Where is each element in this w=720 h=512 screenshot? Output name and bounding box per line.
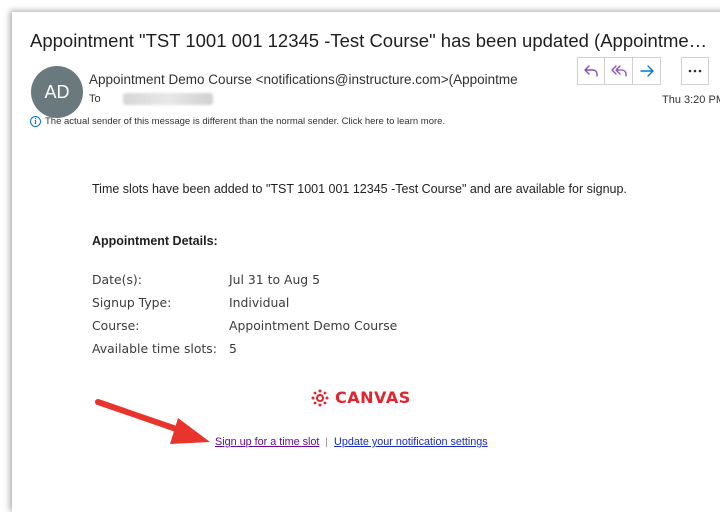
email-subject: Appointment "TST 1001 001 12345 -Test Co… — [30, 30, 710, 51]
forward-button[interactable] — [633, 57, 661, 85]
info-icon: i — [30, 116, 41, 127]
forward-icon — [639, 65, 654, 77]
more-button[interactable] — [681, 57, 709, 85]
detail-value: 5 — [229, 341, 237, 356]
to-label: To — [89, 93, 101, 105]
link-separator: | — [325, 436, 329, 448]
reply-icon — [584, 65, 598, 77]
recipient-redacted — [122, 93, 213, 106]
notification-settings-link[interactable]: Update your notification settings — [334, 436, 488, 448]
sender-warning[interactable]: i The actual sender of this message is d… — [30, 116, 445, 127]
detail-key: Date(s): — [92, 272, 142, 287]
detail-key: Course: — [92, 318, 140, 333]
appointment-details: Date(s): Jul 31 to Aug 5 Signup Type: In… — [92, 272, 397, 364]
more-icon — [688, 69, 702, 73]
warning-text: The actual sender of this message is dif… — [45, 116, 446, 127]
reply-all-icon — [610, 65, 627, 77]
canvas-wordmark: CANVAS — [335, 388, 411, 407]
message-actions — [577, 57, 661, 85]
avatar[interactable]: AD — [31, 66, 83, 118]
canvas-logo-icon — [311, 389, 329, 406]
recipient-row: To — [89, 93, 213, 106]
detail-value: Appointment Demo Course — [229, 318, 398, 333]
detail-key: Available time slots: — [92, 341, 217, 356]
sender-name[interactable]: Appointment Demo Course <notifications@i… — [89, 72, 559, 87]
signup-link[interactable]: Sign up for a time slot — [215, 436, 319, 448]
detail-row: Available time slots: 5 — [92, 341, 397, 364]
reply-all-button[interactable] — [605, 57, 633, 85]
detail-value: Individual — [229, 295, 290, 310]
detail-value: Jul 31 to Aug 5 — [229, 272, 320, 287]
detail-row: Date(s): Jul 31 to Aug 5 — [92, 272, 397, 295]
detail-key: Signup Type: — [92, 295, 172, 310]
message-time: Thu 3:20 PM — [662, 94, 720, 106]
footer-links: Sign up for a time slot | Update your no… — [215, 436, 488, 448]
body-text: Time slots have been added to "TST 1001 … — [92, 182, 627, 196]
canvas-logo: CANVAS — [311, 388, 411, 407]
details-title: Appointment Details: — [92, 234, 218, 248]
detail-row: Signup Type: Individual — [92, 295, 397, 318]
detail-row: Course: Appointment Demo Course — [92, 318, 397, 341]
reply-button[interactable] — [577, 57, 605, 85]
annotation-arrow — [95, 399, 210, 444]
